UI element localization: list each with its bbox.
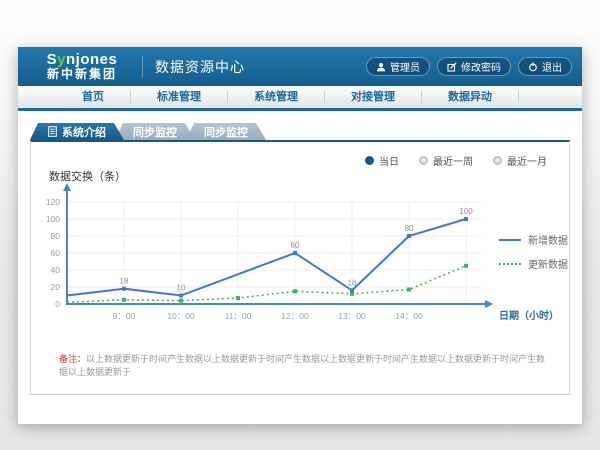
footnote: 备注：以上数据更新于时间产生数据以上数据更新于时间产生数据以上数据更新于时间产生… [59, 353, 553, 378]
admin-user-label: 管理员 [390, 59, 420, 74]
radio-last-month[interactable]: 最近一月 [493, 153, 547, 168]
svg-text:9：00: 9：00 [113, 311, 136, 321]
svg-text:100: 100 [459, 207, 473, 216]
radio-last-week-label: 最近一周 [433, 153, 473, 168]
time-range-filter: 当日 最近一周 最近一月 [365, 153, 547, 168]
company-logo: Synjones 新中新集团 [34, 52, 130, 80]
svg-text:60: 60 [51, 248, 61, 258]
legend-update-data[interactable]: 更新数据 [499, 256, 568, 271]
change-password-button[interactable]: 修改密码 [437, 57, 511, 76]
top-header: Synjones 新中新集团 数据资源中心 管理员 修改密码 [18, 47, 582, 86]
svg-text:18: 18 [120, 277, 129, 286]
logout-label: 退出 [542, 59, 562, 74]
tab-bar: 系统介绍 同步监控 同步监控 [30, 123, 582, 140]
tab-sync-monitor-1-label: 同步监控 [133, 124, 177, 140]
logo-company-name: 新中新集团 [34, 68, 130, 81]
svg-text:40: 40 [51, 265, 61, 275]
chart-legend: 新增数据 更新数据 [499, 232, 568, 280]
site-title: 数据资源中心 [155, 57, 245, 77]
nav-item-data-change[interactable]: 数据异动 [422, 91, 519, 103]
svg-text:10: 10 [177, 284, 186, 293]
user-area: 管理员 修改密码 退出 [366, 57, 572, 76]
nav-item-home[interactable]: 首页 [56, 91, 131, 103]
legend-update-data-label: 更新数据 [528, 256, 568, 271]
radio-last-month-dot [493, 156, 502, 165]
main-nav: 首页 标准管理 系统管理 对接管理 数据异动 [18, 86, 582, 111]
dotted-line-icon [499, 263, 521, 265]
power-icon [528, 62, 538, 72]
admin-user-button[interactable]: 管理员 [366, 57, 430, 76]
line-chart: 0 20 40 60 80 100 120 9：00 10：00 11：00 12：00 13：00 1… [31, 182, 571, 332]
footnote-prefix: 备注： [59, 354, 86, 364]
tab-system-intro-label: 系统介绍 [62, 124, 106, 140]
svg-text:10：00: 10：00 [167, 311, 195, 321]
nav-item-interface-mgmt[interactable]: 对接管理 [325, 91, 422, 103]
nav-item-standard-mgmt[interactable]: 标准管理 [131, 91, 228, 103]
radio-today-dot [365, 156, 374, 165]
svg-text:0: 0 [55, 299, 60, 309]
user-icon [376, 62, 386, 72]
header-divider [142, 56, 143, 78]
radio-last-week-dot [419, 156, 428, 165]
solid-line-icon [499, 239, 521, 241]
svg-text:日期（小时）: 日期（小时） [499, 309, 559, 322]
svg-text:20: 20 [51, 282, 61, 292]
svg-text:60: 60 [291, 241, 300, 250]
chart-panel: 当日 最近一周 最近一月 数据交换（条） 0204060801001209：00… [30, 140, 570, 395]
tab-sync-monitor-2[interactable]: 同步监控 [186, 123, 266, 140]
logout-button[interactable]: 退出 [518, 57, 572, 76]
site-card: Synjones 新中新集团 数据资源中心 管理员 修改密码 [18, 47, 582, 424]
svg-text:12：00: 12：00 [281, 311, 309, 321]
svg-text:13：00: 13：00 [338, 311, 366, 321]
footnote-text: 以上数据更新于时间产生数据以上数据更新于时间产生数据以上数据更新于时间产生数据以… [59, 354, 545, 377]
svg-text:120: 120 [46, 197, 60, 207]
tab-system-intro[interactable]: 系统介绍 [30, 123, 124, 140]
svg-text:14：00: 14：00 [395, 311, 423, 321]
document-icon [48, 126, 57, 137]
radio-last-week[interactable]: 最近一周 [419, 153, 473, 168]
svg-text:100: 100 [46, 214, 60, 224]
nav-item-system-mgmt[interactable]: 系统管理 [228, 91, 325, 103]
change-password-label: 修改密码 [461, 59, 501, 74]
radio-today-label: 当日 [379, 153, 399, 168]
tab-sync-monitor-2-label: 同步监控 [204, 124, 248, 140]
radio-today[interactable]: 当日 [365, 153, 399, 168]
svg-text:16: 16 [348, 278, 357, 287]
radio-last-month-label: 最近一月 [507, 153, 547, 168]
legend-new-data-label: 新增数据 [528, 232, 568, 247]
edit-icon [447, 62, 457, 72]
legend-new-data[interactable]: 新增数据 [499, 232, 568, 247]
svg-text:80: 80 [405, 224, 414, 233]
svg-text:80: 80 [51, 231, 61, 241]
svg-text:11：00: 11：00 [225, 311, 252, 321]
tab-sync-monitor-1[interactable]: 同步监控 [115, 123, 195, 140]
logo-brand-text: Synjones [34, 52, 130, 68]
